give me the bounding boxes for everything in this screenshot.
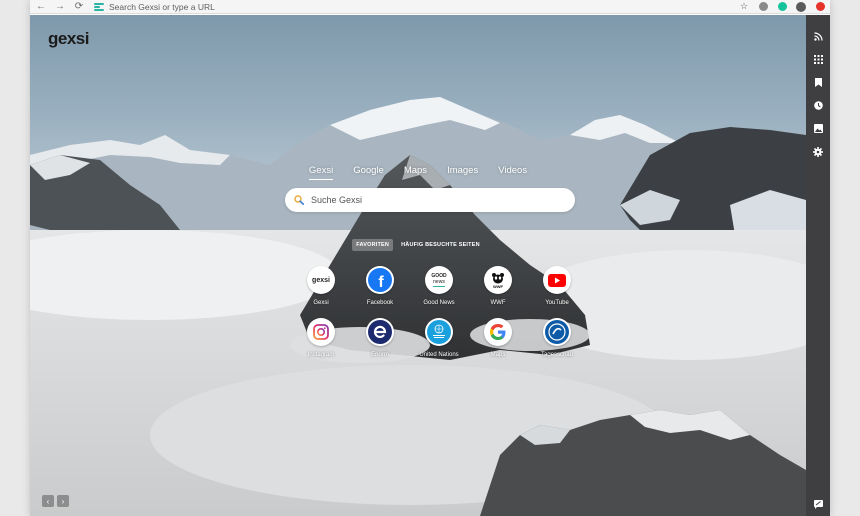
page-navigation: ‹ ›	[42, 495, 69, 507]
tile-enorm[interactable]: Enorm	[351, 318, 409, 358]
tile-wwf[interactable]: WWF WWF	[469, 266, 527, 306]
tile-label: Tagesschau	[540, 352, 574, 358]
new-tab-page: gexsi Gexsi Google Maps Images Videos FA…	[30, 15, 806, 516]
tab-videos[interactable]: Videos	[498, 165, 527, 180]
enorm-icon	[366, 318, 394, 346]
feedback-icon[interactable]	[806, 497, 830, 511]
tagesschau-icon	[543, 318, 571, 346]
tile-label: Maps	[490, 352, 506, 358]
search-box[interactable]	[285, 188, 575, 212]
image-icon[interactable]	[806, 117, 830, 140]
history-icon[interactable]	[806, 94, 830, 117]
tab-maps[interactable]: Maps	[404, 165, 427, 180]
united-nations-icon	[425, 318, 453, 346]
wwf-icon: WWF	[484, 266, 512, 294]
speed-dial-grid: gexsi Gexsi f Facebook GOOD news Good Ne…	[292, 266, 592, 358]
tile-label: United Nations	[419, 352, 459, 358]
next-page-button[interactable]: ›	[57, 495, 69, 507]
browser-window: ← → ⟳ Search Gexsi or type a URL ☆ gexsi…	[30, 0, 830, 516]
right-sidebar	[806, 15, 830, 516]
youtube-icon	[543, 266, 571, 294]
profile-avatar[interactable]	[795, 1, 807, 13]
wwf-icon-text: WWF	[493, 283, 503, 289]
tile-united-nations[interactable]: United Nations	[410, 318, 468, 358]
good-news-icon-text-bottom: news	[433, 278, 445, 285]
grammarly-icon[interactable]	[776, 1, 788, 13]
tab-gexsi[interactable]: Gexsi	[308, 165, 334, 180]
tile-label: Facebook	[366, 300, 394, 306]
star-icon[interactable]: ☆	[738, 1, 750, 13]
apps-grid-icon[interactable]	[806, 48, 830, 71]
address-bar[interactable]: Search Gexsi or type a URL	[94, 0, 215, 14]
tile-label: Instagram	[307, 352, 335, 358]
browser-toolbar: ← → ⟳ Search Gexsi or type a URL ☆	[30, 0, 830, 14]
gexsi-icon-text: gexsi	[312, 276, 330, 284]
instagram-icon	[307, 318, 335, 346]
address-placeholder: Search Gexsi or type a URL	[109, 1, 215, 12]
tile-maps[interactable]: Maps	[469, 318, 527, 358]
google-maps-icon	[484, 318, 512, 346]
tab-google[interactable]: Google	[353, 165, 384, 180]
facebook-icon: f	[366, 266, 394, 294]
tile-label: Good News	[423, 300, 455, 306]
tile-good-news[interactable]: GOOD news Good News	[410, 266, 468, 306]
tile-instagram[interactable]: Instagram	[292, 318, 350, 358]
tile-label: Enorm	[371, 352, 389, 358]
tile-label: YouTube	[545, 300, 569, 306]
toolbar-actions: ☆	[731, 1, 826, 13]
gexsi-site-icon	[94, 2, 104, 11]
extension-icon[interactable]	[757, 1, 769, 13]
search-icon	[294, 195, 304, 205]
gexsi-logo[interactable]: gexsi	[48, 29, 89, 49]
good-news-icon: GOOD news	[425, 266, 453, 294]
tile-facebook[interactable]: f Facebook	[351, 266, 409, 306]
tile-label: Gexsi	[313, 300, 329, 306]
tab-images[interactable]: Images	[447, 165, 478, 180]
settings-gear-icon[interactable]	[806, 140, 830, 163]
bookmark-icon[interactable]	[806, 71, 830, 94]
tab-favoriten[interactable]: FAVORITEN	[352, 239, 394, 251]
back-button[interactable]: ←	[34, 0, 48, 14]
gexsi-icon: gexsi	[307, 266, 335, 294]
svg-text:f: f	[378, 274, 384, 291]
prev-page-button[interactable]: ‹	[42, 495, 54, 507]
favorites-tabs: FAVORITEN HÄUFIG BESUCHTE SEITEN	[30, 239, 806, 251]
search-input[interactable]	[311, 195, 551, 205]
reload-button[interactable]: ⟳	[72, 0, 86, 14]
adblock-icon[interactable]	[814, 1, 826, 13]
tile-label: WWF	[490, 300, 506, 306]
tab-haeufig-besuchte-seiten[interactable]: HÄUFIG BESUCHTE SEITEN	[397, 239, 484, 251]
tile-youtube[interactable]: YouTube	[528, 266, 586, 306]
search-engine-tabs: Gexsi Google Maps Images Videos	[30, 165, 806, 180]
tile-tagesschau[interactable]: Tagesschau	[528, 318, 586, 358]
tile-gexsi[interactable]: gexsi Gexsi	[292, 266, 350, 306]
rss-icon[interactable]	[806, 25, 830, 48]
forward-button[interactable]: →	[53, 0, 67, 14]
